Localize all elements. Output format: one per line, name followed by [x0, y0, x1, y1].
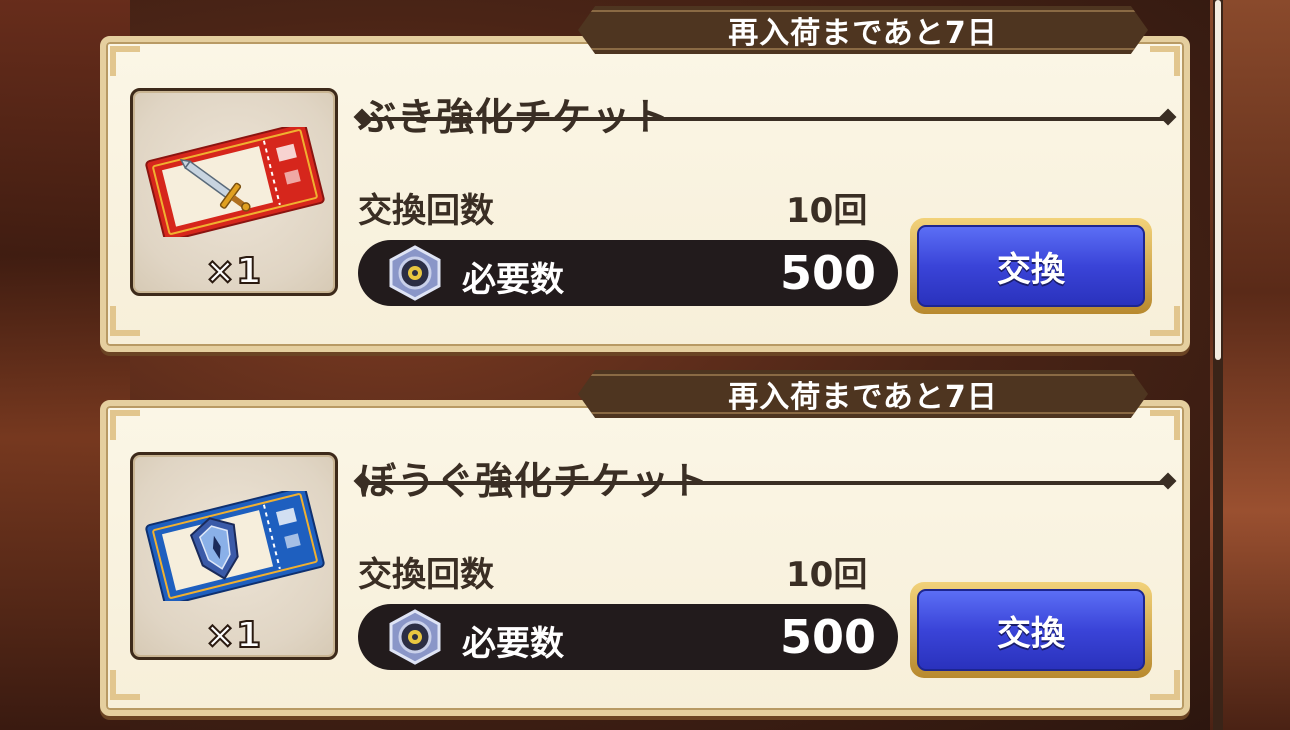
item-name: ぶき強化チケット [358, 95, 671, 139]
item-quantity: ×1 [204, 250, 263, 293]
medal-currency-icon [389, 245, 441, 301]
cost-value: 500 [779, 610, 876, 664]
frame-ornament [1140, 410, 1180, 450]
item-quantity: ×1 [204, 614, 263, 657]
item-icon-box[interactable]: ×1 [130, 452, 338, 660]
exchange-button[interactable]: 交換 [910, 218, 1152, 314]
exchange-count-label: 交換回数 [358, 191, 494, 231]
exchange-button[interactable]: 交換 [910, 582, 1152, 678]
divider [362, 117, 1168, 121]
frame-ornament [1140, 46, 1180, 86]
cost-pill: 必要数 500 [358, 240, 898, 306]
frame-ornament [110, 46, 150, 86]
exchange-count-value: 10回 [786, 191, 868, 231]
exchange-count-label: 交換回数 [358, 555, 494, 595]
sword-ticket-icon [145, 127, 325, 237]
restock-text: 再入荷まであと7日 [728, 16, 998, 51]
cost-pill: 必要数 500 [358, 604, 898, 670]
medal-currency-icon [389, 609, 441, 665]
shop-item-card: 再入荷まであと7日 ×1 ぶき強化チケット 交換回数 10回 必要数 500 交… [100, 0, 1190, 352]
exchange-button-label: 交換 [917, 589, 1145, 671]
shop-item-card: 再入荷まであと7日 ×1 ぼうぐ強化チケット 交換回数 10回 必要数 500 … [100, 364, 1190, 716]
frame-ornament [110, 660, 150, 700]
exchange-count-value: 10回 [786, 555, 868, 595]
item-icon-box[interactable]: ×1 [130, 88, 338, 296]
divider [362, 481, 1168, 485]
cost-value: 500 [779, 246, 876, 300]
cost-label: 必要数 [462, 260, 564, 300]
scrollbar-thumb[interactable] [1215, 0, 1221, 360]
cost-label: 必要数 [462, 624, 564, 664]
restock-banner: 再入荷まであと7日 [578, 6, 1148, 54]
shield-ticket-icon [145, 491, 325, 601]
frame-ornament [110, 296, 150, 336]
item-name: ぼうぐ強化チケット [358, 459, 710, 503]
frame-ornament [110, 410, 150, 450]
restock-text: 再入荷まであと7日 [728, 380, 998, 415]
exchange-button-label: 交換 [917, 225, 1145, 307]
restock-banner: 再入荷まであと7日 [578, 370, 1148, 418]
